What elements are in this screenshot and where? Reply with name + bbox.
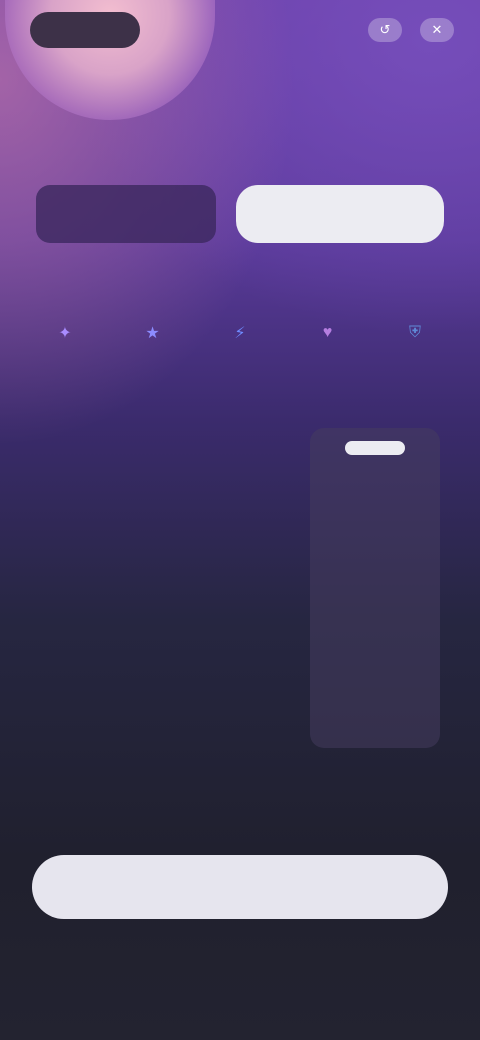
plan-row (36, 185, 444, 243)
lightning-icon: ⚡ (234, 325, 246, 342)
star-icon: ★ (145, 325, 160, 342)
headline (34, 145, 284, 167)
feature-item: ✦ (30, 318, 100, 358)
app-logo (30, 12, 140, 48)
header-brand (0, 0, 240, 130)
restore-icon[interactable]: ↺ (368, 18, 402, 42)
comparison-header-row (30, 434, 450, 464)
table-row (30, 500, 450, 530)
subscribe-button[interactable] (32, 855, 448, 919)
free-trial-button[interactable] (236, 185, 444, 243)
footer-links[interactable] (110, 948, 370, 966)
table-row (30, 702, 450, 732)
comparison-table (30, 420, 450, 750)
shield-icon: ⛨ (408, 324, 421, 341)
feature-item: ★ (118, 318, 188, 358)
table-row (30, 572, 450, 602)
price-box[interactable] (36, 185, 216, 243)
top-actions: ↺ ✕ (368, 18, 454, 42)
feature-item: ⛨ (380, 318, 450, 358)
feature-item: ⚡ (205, 318, 275, 358)
close-icon[interactable]: ✕ (420, 18, 454, 42)
plan-subline (60, 275, 400, 293)
heart-icon: ♥ (322, 324, 333, 341)
table-row (30, 642, 450, 672)
header-pro-badge (345, 440, 405, 455)
feature-item: ♥ (293, 318, 363, 358)
sparkle-icon: ✦ (58, 325, 72, 342)
features-row: ✦ ★ ⚡ ♥ ⛨ (30, 318, 450, 358)
